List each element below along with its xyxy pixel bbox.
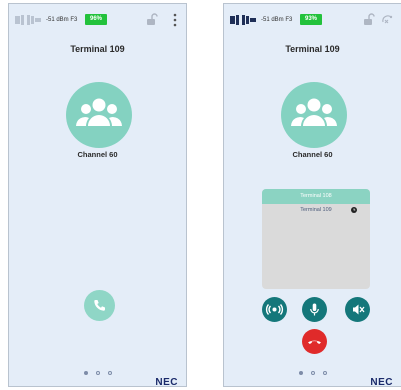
call-muted-icon [382,15,393,24]
group-icon [291,98,337,126]
status-bar: -51 dBm F3 96% [9,12,186,28]
status-bar: -51 dBm F3 93% [224,12,401,28]
radio-waves-icon [265,304,284,315]
group-icon [76,98,122,126]
page-dot[interactable] [322,371,327,375]
signal-strength-icon [15,15,41,25]
signal-strength-icon [230,15,256,25]
unlock-icon[interactable] [146,13,158,26]
page-dot[interactable] [310,371,315,375]
channel-name: Channel 60 [292,150,333,159]
volume-off-icon [353,304,365,315]
unlock-icon[interactable] [363,13,375,26]
page-dot-active[interactable] [83,371,88,375]
end-call-button[interactable] [302,329,327,354]
microphone-button[interactable] [302,297,327,322]
hang-up-icon [308,340,321,344]
battery-badge: 96% [85,14,107,25]
more-vert-icon[interactable] [172,13,178,27]
group-avatar [281,82,347,148]
phone-screen-active-call: -51 dBm F3 93% Terminal 109 Channel 60 T… [223,3,401,388]
phone-screen-idle: -51 dBm F3 96% Terminal 109 Channel 60 N… [8,3,187,388]
terminal-name: Terminal 109 [70,44,125,54]
page-dot-active[interactable] [298,371,303,375]
terminal-name: Terminal 109 [285,44,340,54]
brand-logo: NEC [370,377,393,388]
clock-icon [351,207,357,213]
battery-badge: 93% [300,14,322,25]
group-avatar [66,82,132,148]
microphone-icon [310,303,319,316]
call-button[interactable] [84,290,115,321]
participants-panel: Terminal 108 Terminal 109 [262,189,370,289]
signal-dbm-text: -51 dBm F3 [261,17,293,23]
phone-icon [94,300,106,311]
page-dot[interactable] [107,371,112,375]
participant-label: Terminal 109 [300,207,332,213]
push-to-talk-button[interactable] [262,297,287,322]
brand-logo: NEC [155,377,178,388]
signal-dbm-text: -51 dBm F3 [46,17,78,23]
participants-header: Terminal 108 [262,189,370,204]
page-dot[interactable] [95,371,100,375]
channel-name: Channel 60 [77,150,118,159]
speaker-mute-button[interactable] [345,297,370,322]
participant-row[interactable]: Terminal 109 [262,204,370,216]
